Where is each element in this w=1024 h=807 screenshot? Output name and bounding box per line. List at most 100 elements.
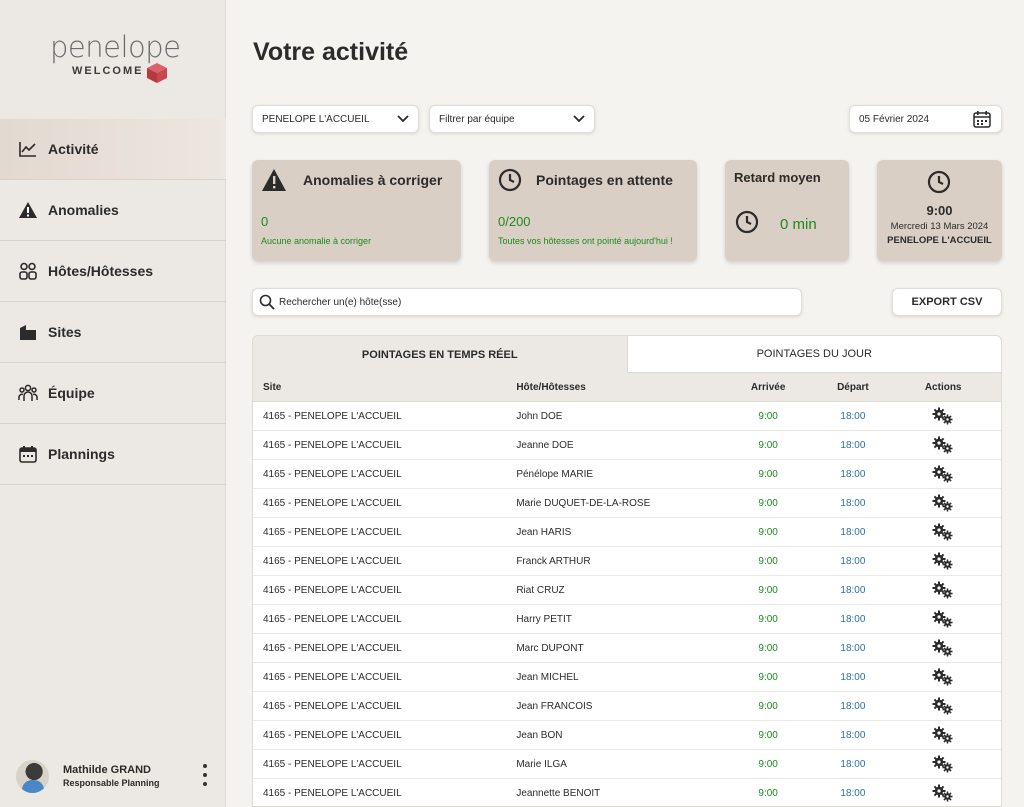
cell-name: Pénélope MARIE (516, 468, 594, 480)
anomalies-card[interactable]: Anomalies à corriger 0 Aucune anomalie à… (252, 160, 461, 261)
table-row[interactable]: 4165 - PENELOPE L'ACCUEIL Marie DUQUET-D… (253, 489, 1001, 518)
cell-actions (885, 552, 1001, 570)
date-picker[interactable]: 05 Février 2024 (849, 105, 1002, 133)
settings-gears-icon[interactable] (932, 465, 954, 483)
cell-actions (885, 755, 1001, 773)
cell-name: Riat CRUZ (516, 584, 565, 596)
chevron-down-icon (397, 115, 409, 123)
table-row[interactable]: 4165 - PENELOPE L'ACCUEIL Jeannette BENO… (253, 779, 1001, 806)
cube-logo-icon (147, 63, 167, 83)
settings-gears-icon[interactable] (932, 755, 954, 773)
tab-temps-reel[interactable]: POINTAGES EN TEMPS RÉEL (253, 336, 628, 373)
nav-label: Sites (48, 324, 82, 340)
calendar-icon[interactable] (973, 110, 991, 128)
nav-item-activite[interactable]: Activité (0, 119, 226, 180)
table-row[interactable]: 4165 - PENELOPE L'ACCUEIL Jean FRANCOIS … (253, 692, 1001, 721)
pointages-table: POINTAGES EN TEMPS RÉEL POINTAGES DU JOU… (252, 335, 1002, 807)
search-input[interactable] (279, 296, 779, 308)
site-select[interactable]: PENELOPE L'ACCUEIL (252, 105, 419, 133)
settings-gears-icon[interactable] (932, 581, 954, 599)
header-site[interactable]: Site (253, 382, 506, 393)
cell-departure: 18:00 (840, 584, 866, 596)
cell-site: 4165 - PENELOPE L'ACCUEIL (263, 584, 402, 596)
nav-label: Activité (48, 141, 99, 157)
cell-arrival: 9:00 (758, 613, 778, 625)
settings-gears-icon[interactable] (932, 436, 954, 454)
table-body: 4165 - PENELOPE L'ACCUEIL John DOE 9:00 … (253, 402, 1001, 806)
nav-item-equipe[interactable]: Équipe (0, 363, 226, 424)
clock-icon (927, 170, 951, 194)
more-options-icon[interactable] (202, 764, 208, 786)
cell-arrival: 9:00 (758, 584, 778, 596)
cell-arrival: 9:00 (758, 555, 778, 567)
table-row[interactable]: 4165 - PENELOPE L'ACCUEIL Riat CRUZ 9:00… (253, 576, 1001, 605)
cell-site: 4165 - PENELOPE L'ACCUEIL (263, 642, 402, 654)
header-departure[interactable]: Départ (821, 382, 886, 393)
cell-arrival: 9:00 (758, 526, 778, 538)
table-row[interactable]: 4165 - PENELOPE L'ACCUEIL Marie ILGA 9:0… (253, 750, 1001, 779)
user-info: Mathilde GRAND Responsable Planning (63, 764, 160, 788)
search-bar[interactable] (252, 288, 802, 316)
settings-gears-icon[interactable] (932, 494, 954, 512)
cell-arrival: 9:00 (758, 410, 778, 422)
cell-arrival: 9:00 (758, 758, 778, 770)
table-row[interactable]: 4165 - PENELOPE L'ACCUEIL Jean HARIS 9:0… (253, 518, 1001, 547)
clock-icon (735, 210, 759, 234)
table-row[interactable]: 4165 - PENELOPE L'ACCUEIL Jean MICHEL 9:… (253, 663, 1001, 692)
table-row[interactable]: 4165 - PENELOPE L'ACCUEIL Jeanne DOE 9:0… (253, 431, 1001, 460)
team-filter-select[interactable]: Filtrer par équipe (429, 105, 595, 133)
penelope-logo[interactable]: penelope WELCOME (50, 30, 181, 85)
cell-arrival: 9:00 (758, 439, 778, 451)
settings-gears-icon[interactable] (932, 610, 954, 628)
cell-departure: 18:00 (840, 439, 866, 451)
table-row[interactable]: 4165 - PENELOPE L'ACCUEIL Harry PETIT 9:… (253, 605, 1001, 634)
header-name[interactable]: Hôte/Hôtesses (506, 382, 715, 393)
nav-item-plannings[interactable]: Plannings (0, 424, 226, 485)
table-row[interactable]: 4165 - PENELOPE L'ACCUEIL Pénélope MARIE… (253, 460, 1001, 489)
cell-arrival: 9:00 (758, 497, 778, 509)
settings-gears-icon[interactable] (932, 523, 954, 541)
cell-site: 4165 - PENELOPE L'ACCUEIL (263, 468, 402, 480)
cell-departure: 18:00 (840, 700, 866, 712)
table-row[interactable]: 4165 - PENELOPE L'ACCUEIL Marc DUPONT 9:… (253, 634, 1001, 663)
header-arrival[interactable]: Arrivée (716, 382, 821, 393)
warning-icon (18, 200, 38, 220)
settings-gears-icon[interactable] (932, 639, 954, 657)
current-time: 9:00 (926, 203, 953, 218)
cell-name: Jeanne DOE (516, 439, 574, 451)
user-role: Responsable Planning (63, 778, 160, 788)
tab-du-jour[interactable]: POINTAGES DU JOUR (627, 336, 1001, 373)
pointages-card[interactable]: Pointages en attente 0/200 Toutes vos hô… (489, 160, 697, 261)
building-icon (18, 322, 38, 342)
table-row[interactable]: 4165 - PENELOPE L'ACCUEIL Franck ARTHUR … (253, 547, 1001, 576)
settings-gears-icon[interactable] (932, 552, 954, 570)
cell-name: Jean HARIS (516, 526, 572, 538)
settings-gears-icon[interactable] (932, 726, 954, 744)
avatar (16, 759, 49, 793)
table-row[interactable]: 4165 - PENELOPE L'ACCUEIL Jean BON 9:00 … (253, 721, 1001, 750)
export-csv-button[interactable]: EXPORT CSV (892, 288, 1002, 316)
table-header: Site Hôte/Hôtesses Arrivée Départ Action… (253, 373, 1001, 402)
retard-card[interactable]: Retard moyen 0 min (725, 160, 849, 261)
nav-item-sites[interactable]: Sites (0, 302, 226, 363)
cell-departure: 18:00 (840, 671, 866, 683)
current-time-card: 9:00 Mercredi 13 Mars 2024 PENELOPE L'AC… (877, 160, 1002, 261)
settings-gears-icon[interactable] (932, 784, 954, 802)
cell-departure: 18:00 (840, 555, 866, 567)
nav-item-hotes[interactable]: Hôtes/Hôtesses (0, 241, 226, 302)
cell-departure: 18:00 (840, 758, 866, 770)
settings-gears-icon[interactable] (932, 407, 954, 425)
warning-icon (262, 169, 286, 191)
chevron-down-icon (573, 115, 585, 123)
cell-site: 4165 - PENELOPE L'ACCUEIL (263, 729, 402, 741)
settings-gears-icon[interactable] (932, 697, 954, 715)
cell-departure: 18:00 (840, 526, 866, 538)
current-site: PENELOPE L'ACCUEIL (887, 235, 992, 246)
cell-name: Marie DUQUET-DE-LA-ROSE (516, 497, 651, 509)
cell-arrival: 9:00 (758, 468, 778, 480)
cell-actions (885, 407, 1001, 425)
settings-gears-icon[interactable] (932, 668, 954, 686)
nav-item-anomalies[interactable]: Anomalies (0, 180, 226, 241)
table-row[interactable]: 4165 - PENELOPE L'ACCUEIL John DOE 9:00 … (253, 402, 1001, 431)
user-profile[interactable]: Mathilde GRAND Responsable Planning (16, 759, 216, 793)
